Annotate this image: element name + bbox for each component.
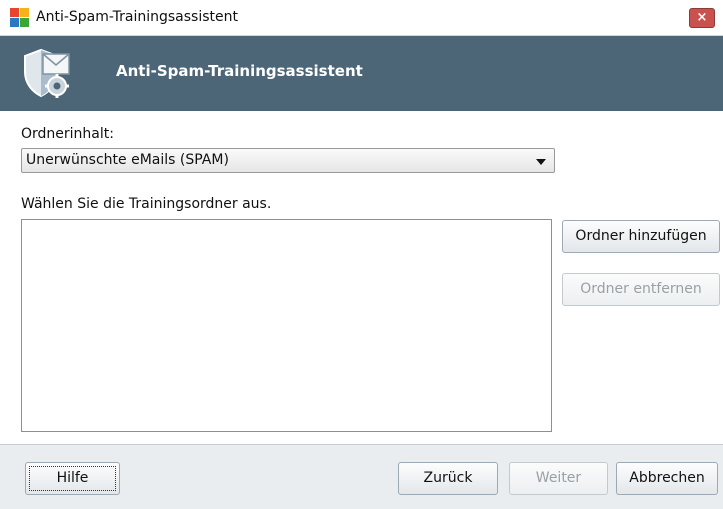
cancel-button[interactable]: Abbrechen <box>616 462 718 495</box>
help-button-label: Hilfe <box>29 466 116 491</box>
help-button[interactable]: Hilfe <box>25 462 120 495</box>
folder-content-dropdown[interactable]: Unerwünschte eMails (SPAM) <box>21 148 555 173</box>
avg-app-icon <box>10 8 29 27</box>
folder-content-label: Ordnerinhalt: <box>21 126 114 142</box>
training-folders-label: Wählen Sie die Trainingsordner aus. <box>21 196 272 212</box>
header-banner: Anti-Spam-Trainingsassistent <box>0 36 723 111</box>
wizard-window: Anti-Spam-Trainingsassistent × Anti-Spam… <box>0 0 723 509</box>
training-folders-list[interactable] <box>21 219 552 432</box>
folder-content-selected: Unerwünschte eMails (SPAM) <box>26 152 229 168</box>
title-bar: Anti-Spam-Trainingsassistent × <box>0 0 723 36</box>
close-icon: × <box>696 10 708 25</box>
remove-folder-button[interactable]: Ordner entfernen <box>562 273 720 306</box>
close-button[interactable]: × <box>689 8 715 28</box>
banner-title: Anti-Spam-Trainingsassistent <box>116 62 363 80</box>
back-button[interactable]: Zurück <box>398 462 498 495</box>
dropdown-arrow-icon <box>536 159 546 165</box>
add-folder-button[interactable]: Ordner hinzufügen <box>562 220 720 253</box>
window-title: Anti-Spam-Trainingsassistent <box>36 9 238 25</box>
next-button[interactable]: Weiter <box>509 462 608 495</box>
shield-mail-gear-icon <box>24 48 70 98</box>
